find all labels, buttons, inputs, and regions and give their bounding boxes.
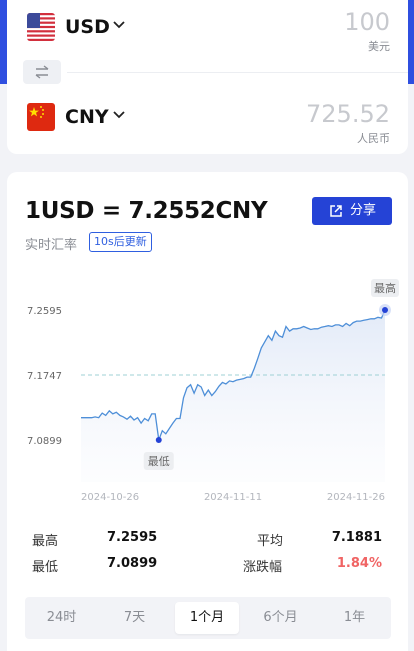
cn-flag-icon (27, 103, 55, 131)
max-tag-label: 最高 (374, 281, 396, 295)
share-label: 分享 (350, 203, 377, 218)
refresh-countdown-badge: 10s后更新 (89, 232, 152, 252)
to-unit-label: 人民币 (357, 132, 390, 145)
rate-title: 1USD = 7.2552CNY (25, 198, 268, 224)
stat-change-label: 涨跌幅 (243, 560, 283, 575)
y-tick-label: 7.0899 (27, 436, 62, 447)
converter-card: USD 100 美元 CNY 725.52 人民币 (7, 0, 408, 154)
stat-low-label: 最低 (32, 560, 59, 575)
x-tick-label: 2024-10-26 (81, 492, 139, 503)
min-point-marker (155, 437, 162, 443)
to-currency-row[interactable]: CNY 725.52 人民币 (7, 90, 408, 146)
from-currency-code[interactable]: USD (65, 16, 110, 38)
chevron-down-icon[interactable] (112, 108, 126, 122)
y-tick-label: 7.2595 (27, 306, 62, 317)
stat-change-value: 1.84% (336, 556, 382, 571)
divider (67, 72, 408, 73)
chart-area-fill (81, 310, 385, 482)
chevron-down-icon[interactable] (112, 18, 126, 32)
stat-avg-value: 7.1881 (331, 530, 382, 545)
x-tick-label: 2024-11-11 (204, 492, 262, 503)
us-flag-icon (27, 13, 55, 41)
to-currency-code[interactable]: CNY (65, 106, 109, 128)
stats-panel: 最高 7.2595 平均 7.1881 最低 7.0899 涨跌幅 1.84% (7, 522, 408, 582)
tab-6m[interactable]: 6个月 (244, 602, 317, 634)
x-tick-label: 2024-11-26 (327, 492, 385, 503)
stat-low-value: 7.0899 (107, 556, 158, 571)
y-tick-label: 7.1747 (27, 371, 62, 382)
share-icon (330, 205, 342, 217)
tab-1y[interactable]: 1年 (318, 602, 391, 634)
realtime-rate-label: 实时汇率 (25, 238, 78, 253)
from-amount-input[interactable]: 100 (344, 8, 390, 36)
from-currency-row[interactable]: USD 100 美元 (7, 0, 408, 56)
tab-24h[interactable]: 24时 (25, 602, 98, 634)
rate-chart-card: 1USD = 7.2552CNY 实时汇率 10s后更新 分享 7.2595 7.… (7, 172, 408, 651)
stat-high-label: 最高 (32, 534, 59, 549)
min-tag-label: 最低 (148, 455, 170, 468)
max-point-marker (382, 307, 388, 313)
share-button[interactable]: 分享 (312, 197, 392, 225)
rate-line-chart[interactable]: 7.2595 7.1747 7.0899 2024-10-26 2024-11-11 20… (7, 272, 408, 512)
to-amount-value: 725.52 (306, 100, 390, 128)
from-unit-label: 美元 (368, 40, 390, 53)
stat-high-value: 7.2595 (107, 530, 158, 545)
tab-1m[interactable]: 1个月 (175, 602, 239, 634)
tab-7d[interactable]: 7天 (98, 602, 171, 634)
swap-icon (35, 65, 49, 79)
stat-avg-label: 平均 (257, 534, 284, 549)
swap-button[interactable] (23, 60, 61, 84)
range-tabs: 24时 7天 1个月 6个月 1年 (25, 597, 391, 639)
